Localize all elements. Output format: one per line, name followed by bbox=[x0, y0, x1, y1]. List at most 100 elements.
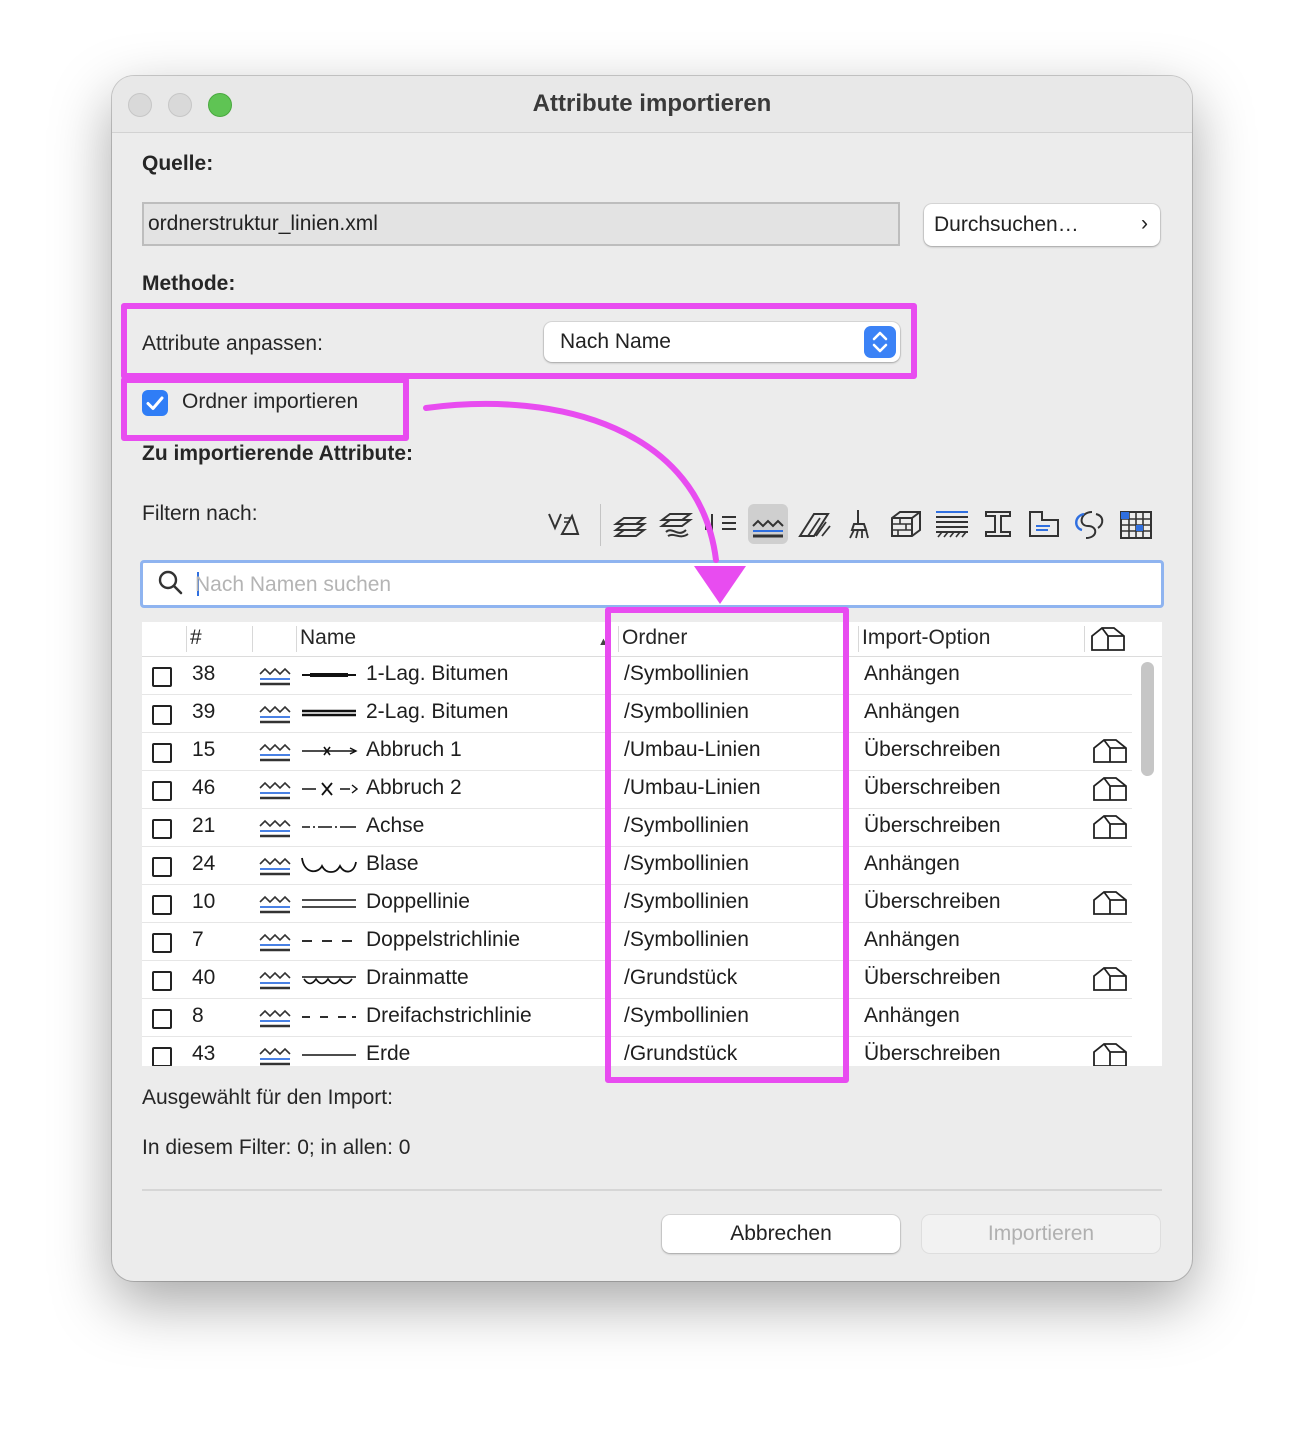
search-field[interactable] bbox=[140, 560, 1164, 608]
house-icon[interactable] bbox=[1090, 812, 1130, 842]
row-import-option[interactable]: Überschreiben bbox=[864, 890, 1001, 914]
cancel-button-label: Abbrechen bbox=[730, 1222, 832, 1245]
import-folders-checkbox[interactable] bbox=[142, 390, 168, 416]
row-folder: /Symbollinien bbox=[624, 928, 749, 951]
sort-ascending-icon: ▲ bbox=[598, 636, 609, 648]
row-folder: /Umbau-Linien bbox=[624, 738, 761, 761]
row-folder: /Symbollinien bbox=[624, 852, 749, 875]
row-name: Abbruch 2 bbox=[366, 776, 462, 799]
row-import-option[interactable]: Überschreiben bbox=[864, 966, 1001, 990]
row-checkbox[interactable] bbox=[152, 933, 172, 953]
row-import-option[interactable]: Anhängen bbox=[864, 700, 960, 724]
house-column-icon[interactable] bbox=[1088, 624, 1128, 659]
fill-types-icon[interactable] bbox=[794, 504, 834, 544]
browse-button[interactable]: Durchsuchen… › bbox=[924, 204, 1160, 246]
row-checkbox[interactable] bbox=[152, 819, 172, 839]
attribute-filter-toolbar bbox=[542, 504, 1162, 548]
line-sample-icon bbox=[302, 1054, 356, 1056]
row-name: Doppellinie bbox=[366, 890, 470, 913]
line-type-icon bbox=[259, 933, 291, 952]
table-row[interactable]: 8 Dreifachstrichlinie/Symbollinien Anhänge… bbox=[142, 998, 1132, 1037]
row-import-option[interactable]: Anhängen bbox=[864, 852, 960, 876]
line-sample-icon bbox=[302, 826, 356, 828]
search-input[interactable] bbox=[193, 569, 1097, 601]
line-type-icon bbox=[259, 857, 291, 876]
row-import-option[interactable]: Überschreiben bbox=[864, 738, 1001, 762]
row-checkbox[interactable] bbox=[152, 895, 172, 915]
row-import-option[interactable]: Anhängen bbox=[864, 928, 960, 952]
import-button[interactable]: Importieren bbox=[922, 1215, 1160, 1253]
row-name: Doppelstrichlinie bbox=[366, 928, 521, 951]
table-row[interactable]: 10 Doppellinie/Symbollinien Überschreiben bbox=[142, 884, 1132, 923]
table-scrollbar[interactable] bbox=[1138, 658, 1158, 1062]
markup-styles-icon[interactable] bbox=[1116, 504, 1156, 544]
cancel-button[interactable]: Abbrechen bbox=[662, 1215, 900, 1253]
row-checkbox[interactable] bbox=[152, 667, 172, 687]
composite-structures-icon[interactable] bbox=[932, 504, 972, 544]
attributes-table: # Name ▲ Ordner Import-Option 38 1-Lag. B… bbox=[142, 622, 1162, 1066]
table-row[interactable]: 40 Drainmatte/Grundstück Überschreiben bbox=[142, 960, 1132, 999]
mep-systems-icon[interactable] bbox=[1070, 504, 1110, 544]
column-separator bbox=[252, 626, 253, 652]
table-row[interactable]: 39 2-Lag. Bitumen/Symbollinien Anhängen bbox=[142, 694, 1132, 733]
line-type-icon bbox=[259, 781, 291, 800]
table-row[interactable]: 38 1-Lag. Bitumen/Symbollinien Anhängen bbox=[142, 656, 1132, 695]
table-header: # Name ▲ Ordner Import-Option bbox=[142, 622, 1162, 657]
house-icon[interactable] bbox=[1090, 964, 1130, 994]
line-type-icon bbox=[259, 1009, 291, 1028]
column-separator bbox=[186, 626, 187, 652]
line-types-icon[interactable] bbox=[748, 504, 788, 544]
row-name: 2-Lag. Bitumen bbox=[366, 700, 509, 723]
row-checkbox[interactable] bbox=[152, 857, 172, 877]
table-row[interactable]: 46 Abbruch 2/Umbau-Linien Überschreiben bbox=[142, 770, 1132, 809]
table-row[interactable]: 43 Erde/Grundstück Überschreiben bbox=[142, 1036, 1132, 1066]
column-header-import-option[interactable]: Import-Option bbox=[862, 626, 990, 650]
row-checkbox[interactable] bbox=[152, 1009, 172, 1029]
scrollbar-thumb[interactable] bbox=[1141, 662, 1154, 776]
column-header-number[interactable]: # bbox=[190, 626, 202, 650]
row-import-option[interactable]: Anhängen bbox=[864, 1004, 960, 1028]
row-import-option[interactable]: Anhängen bbox=[864, 662, 960, 686]
row-checkbox[interactable] bbox=[152, 1047, 172, 1066]
source-file-field[interactable]: ordnerstruktur_linien.xml bbox=[142, 202, 900, 246]
line-sample-icon bbox=[302, 940, 352, 942]
layer-combinations-icon[interactable] bbox=[656, 504, 696, 544]
table-row[interactable]: 15 Abbruch 1/Umbau-Linien Überschreiben bbox=[142, 732, 1132, 771]
import-folders-label[interactable]: Ordner importieren bbox=[182, 390, 358, 414]
line-sample-icon bbox=[302, 709, 356, 717]
house-icon[interactable] bbox=[1090, 1040, 1130, 1066]
row-name: Abbruch 1 bbox=[366, 738, 462, 761]
row-import-option[interactable]: Überschreiben bbox=[864, 1042, 1001, 1066]
table-row[interactable]: 7 Doppelstrichlinie/Symbollinien Anhängen bbox=[142, 922, 1132, 961]
house-icon[interactable] bbox=[1090, 736, 1130, 766]
row-name: Erde bbox=[366, 1042, 411, 1065]
row-import-option[interactable]: Überschreiben bbox=[864, 776, 1001, 800]
adjust-attributes-select[interactable]: Nach Name bbox=[544, 322, 900, 362]
row-number: 10 bbox=[192, 890, 216, 913]
layers-icon[interactable] bbox=[610, 504, 650, 544]
row-import-option[interactable]: Überschreiben bbox=[864, 814, 1001, 838]
profiles-icon[interactable] bbox=[978, 504, 1018, 544]
row-checkbox[interactable] bbox=[152, 971, 172, 991]
table-row[interactable]: 24 Blase/Symbollinien Anhängen bbox=[142, 846, 1132, 885]
row-checkbox[interactable] bbox=[152, 705, 172, 725]
filter-by-label: Filtern nach: bbox=[142, 502, 258, 525]
zone-categories-icon[interactable] bbox=[1024, 504, 1064, 544]
table-row[interactable]: 21 Achse/Symbollinien Überschreiben bbox=[142, 808, 1132, 847]
building-materials-icon[interactable] bbox=[886, 504, 926, 544]
line-type-icon bbox=[259, 971, 291, 990]
row-checkbox[interactable] bbox=[152, 743, 172, 763]
pens-icon[interactable] bbox=[702, 504, 742, 544]
row-number: 39 bbox=[192, 700, 216, 723]
column-header-name[interactable]: Name bbox=[300, 626, 356, 650]
column-header-folder[interactable]: Ordner bbox=[622, 626, 687, 650]
line-type-icon bbox=[259, 819, 291, 838]
row-name: Dreifachstrichlinie bbox=[366, 1004, 532, 1027]
house-icon[interactable] bbox=[1090, 888, 1130, 918]
house-icon[interactable] bbox=[1090, 774, 1130, 804]
surfaces-icon[interactable] bbox=[840, 504, 880, 544]
row-checkbox[interactable] bbox=[152, 781, 172, 801]
column-separator bbox=[858, 626, 859, 652]
all-attributes-icon[interactable] bbox=[542, 504, 582, 544]
footer-divider bbox=[142, 1189, 1162, 1191]
